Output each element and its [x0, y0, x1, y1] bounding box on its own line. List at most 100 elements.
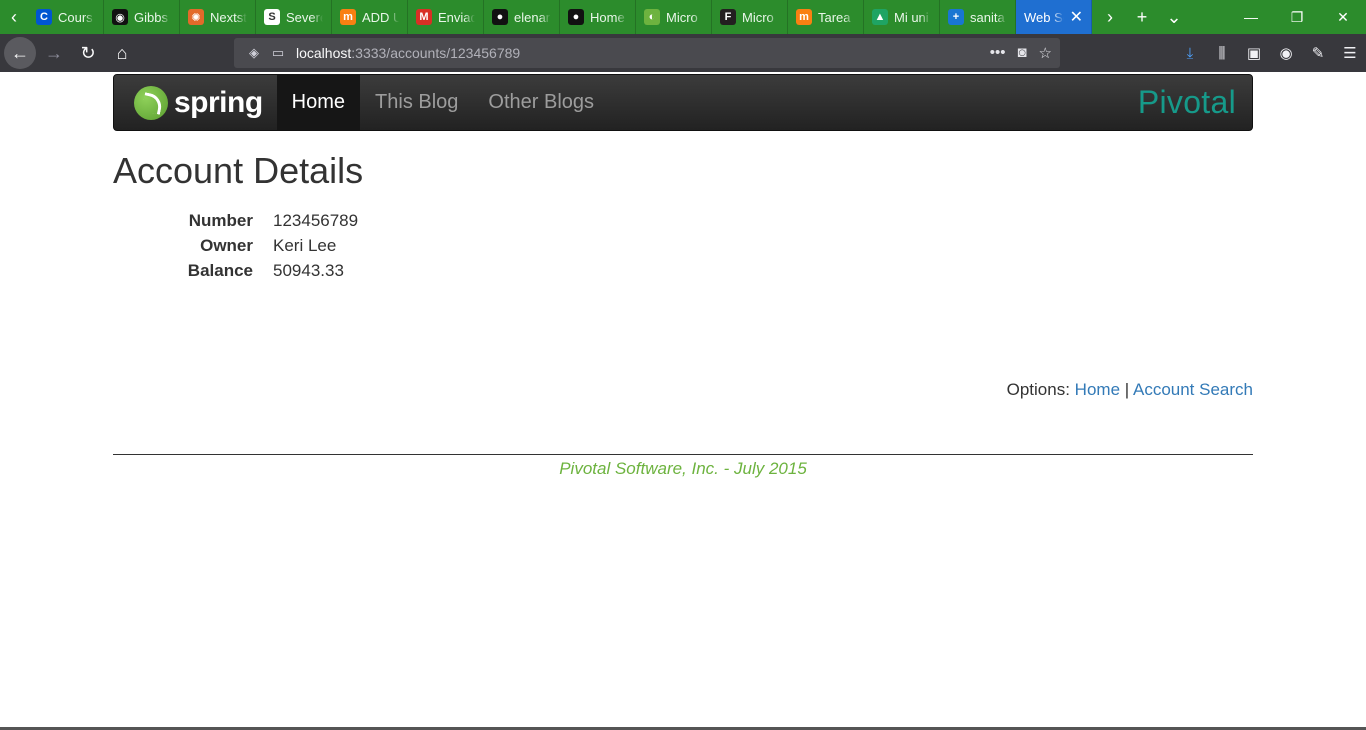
page-actions-icon[interactable]: •••	[990, 44, 1006, 62]
detail-row-owner: Owner Keri Lee	[113, 233, 358, 258]
pivotal-logo[interactable]: Pivotal	[1138, 75, 1252, 130]
detail-row-number: Number 123456789	[113, 208, 358, 233]
detail-row-balance: Balance 50943.33	[113, 258, 358, 283]
bookmark-star-icon[interactable]: ☆	[1039, 44, 1052, 62]
browser-tab[interactable]: ● elenar	[484, 0, 560, 34]
spring-icon: ◐	[644, 9, 660, 25]
tab-title: Gibbs	[134, 9, 168, 25]
library-icon[interactable]: ⫼	[1206, 45, 1238, 62]
browser-tab[interactable]: S Severe	[256, 0, 332, 34]
extension-icon[interactable]: ✎	[1302, 44, 1334, 62]
new-tab-icon[interactable]: +	[1126, 7, 1158, 28]
shield-icon[interactable]: ◈	[242, 45, 266, 61]
drive-icon: ▲	[872, 9, 888, 25]
address-bar-actions: ••• ◙ ☆	[990, 44, 1052, 62]
spring-leaf-icon	[134, 85, 168, 120]
reload-icon[interactable]: ↻	[72, 37, 104, 69]
browser-tab[interactable]: F Micro	[712, 0, 788, 34]
pocket-icon[interactable]: ◙	[1017, 44, 1026, 62]
tab-title: elenar	[514, 9, 551, 25]
browser-tab[interactable]: + sanita	[940, 0, 1016, 34]
nav-other-blogs[interactable]: Other Blogs	[473, 75, 609, 130]
detail-value: Keri Lee	[273, 235, 337, 255]
scroll-tabs-left-icon[interactable]: ‹	[0, 0, 28, 34]
spring-logo[interactable]: spring	[114, 75, 277, 130]
browser-toolbar: ← → ↻ ⌂ ◈ ▭ localhost:3333/accounts/1234…	[0, 34, 1366, 72]
tab-title: Web Se	[1024, 9, 1064, 25]
github-icon: ●	[568, 9, 584, 25]
tab-strip-actions: › + ⌄	[1094, 0, 1190, 34]
account-icon[interactable]: ◉	[1270, 44, 1302, 62]
tab-title: Micro	[742, 9, 774, 25]
moodle-icon: m	[796, 9, 812, 25]
tab-title: ADD U	[362, 9, 399, 25]
tab-title: Enviad	[438, 9, 475, 25]
url-path: :3333/accounts/123456789	[351, 45, 521, 61]
page-info-icon[interactable]: ▭	[266, 45, 290, 61]
browser-tab-strip: ‹ C Cours ◉ Gibbs ✺ Nextst S Severe m ADD U M Envia…	[0, 0, 1366, 34]
detail-label: Number	[188, 210, 253, 230]
account-details: Number 123456789 Owner Keri Lee Balance …	[113, 208, 358, 283]
gmail-icon: M	[416, 9, 432, 25]
moodle-icon: m	[340, 9, 356, 25]
tab-title: Tarea	[818, 9, 851, 25]
browser-tab[interactable]: m ADD U	[332, 0, 408, 34]
browser-tab[interactable]: ✺ Nextst	[180, 0, 256, 34]
close-window-icon[interactable]: ✕	[1320, 0, 1366, 34]
scroll-tabs-right-icon[interactable]: ›	[1094, 7, 1126, 28]
browser-tab[interactable]: Web Se ✕	[1016, 0, 1092, 34]
tab-title: Micro	[666, 9, 698, 25]
tab-list: C Cours ◉ Gibbs ✺ Nextst S Severe m ADD U M Enviad ●…	[28, 0, 1092, 34]
tab-title: sanita	[970, 9, 1005, 25]
downloads-icon[interactable]: ⤓	[1174, 45, 1206, 62]
nav-this-blog[interactable]: This Blog	[360, 75, 473, 130]
toolbar-right: ⤓ ⫼ ▣ ◉ ✎ ☰	[1174, 34, 1366, 72]
nextstrain-icon: ✺	[188, 9, 204, 25]
forward-icon[interactable]: →	[38, 37, 70, 69]
brand-text: spring	[174, 85, 263, 119]
browser-tab[interactable]: ▲ Mi uni	[864, 0, 940, 34]
app-icon: +	[948, 9, 964, 25]
detail-label: Balance	[187, 260, 253, 280]
url-host: localhost	[296, 45, 352, 61]
browser-tab[interactable]: m Tarea	[788, 0, 864, 34]
options-separator: |	[1124, 380, 1130, 399]
document-icon: S	[264, 9, 280, 25]
browser-tab[interactable]: ◐ Micro	[636, 0, 712, 34]
site-navbar: spring Home This Blog Other Blogs Pivota…	[113, 74, 1253, 131]
browser-tab[interactable]: ● Home	[560, 0, 636, 34]
tab-title: Home	[590, 9, 625, 25]
page-content: spring Home This Blog Other Blogs Pivota…	[0, 72, 1366, 730]
page-title: Account Details	[113, 150, 364, 191]
tab-title: Severe	[286, 9, 323, 25]
options-bar: Options: Home | Account Search	[1007, 380, 1253, 400]
address-bar[interactable]: ◈ ▭ localhost:3333/accounts/123456789 ••…	[234, 38, 1060, 68]
sidebar-icon[interactable]: ▣	[1238, 44, 1270, 62]
close-tab-icon[interactable]: ✕	[1070, 7, 1083, 27]
list-all-tabs-icon[interactable]: ⌄	[1158, 7, 1190, 28]
account-search-link[interactable]: Account Search	[1133, 380, 1253, 399]
detail-value: 123456789	[273, 210, 359, 230]
gibbs-icon: ◉	[112, 9, 128, 25]
browser-tab[interactable]: C Cours	[28, 0, 104, 34]
detail-label: Owner	[200, 235, 253, 255]
tab-title: Nextst	[210, 9, 247, 25]
detail-value: 50943.33	[273, 260, 344, 280]
menu-icon[interactable]: ☰	[1334, 44, 1366, 62]
footer-divider	[113, 454, 1253, 455]
github-icon: ●	[492, 9, 508, 25]
nav-home[interactable]: Home	[276, 75, 361, 130]
minimize-icon[interactable]: —	[1228, 0, 1274, 34]
back-icon[interactable]: ←	[4, 37, 36, 69]
footer-text: Pivotal Software, Inc. - July 2015	[559, 459, 807, 478]
browser-tab[interactable]: M Enviad	[408, 0, 484, 34]
restore-icon[interactable]: ❐	[1274, 0, 1320, 34]
tab-title: Cours	[58, 9, 93, 25]
home-icon[interactable]: ⌂	[106, 37, 138, 69]
tab-title: Mi uni	[894, 9, 929, 25]
window-controls: — ❐ ✕	[1228, 0, 1366, 34]
browser-tab[interactable]: ◉ Gibbs	[104, 0, 180, 34]
f-icon: F	[720, 9, 736, 25]
home-link[interactable]: Home	[1075, 380, 1120, 399]
coursera-icon: C	[36, 9, 52, 25]
